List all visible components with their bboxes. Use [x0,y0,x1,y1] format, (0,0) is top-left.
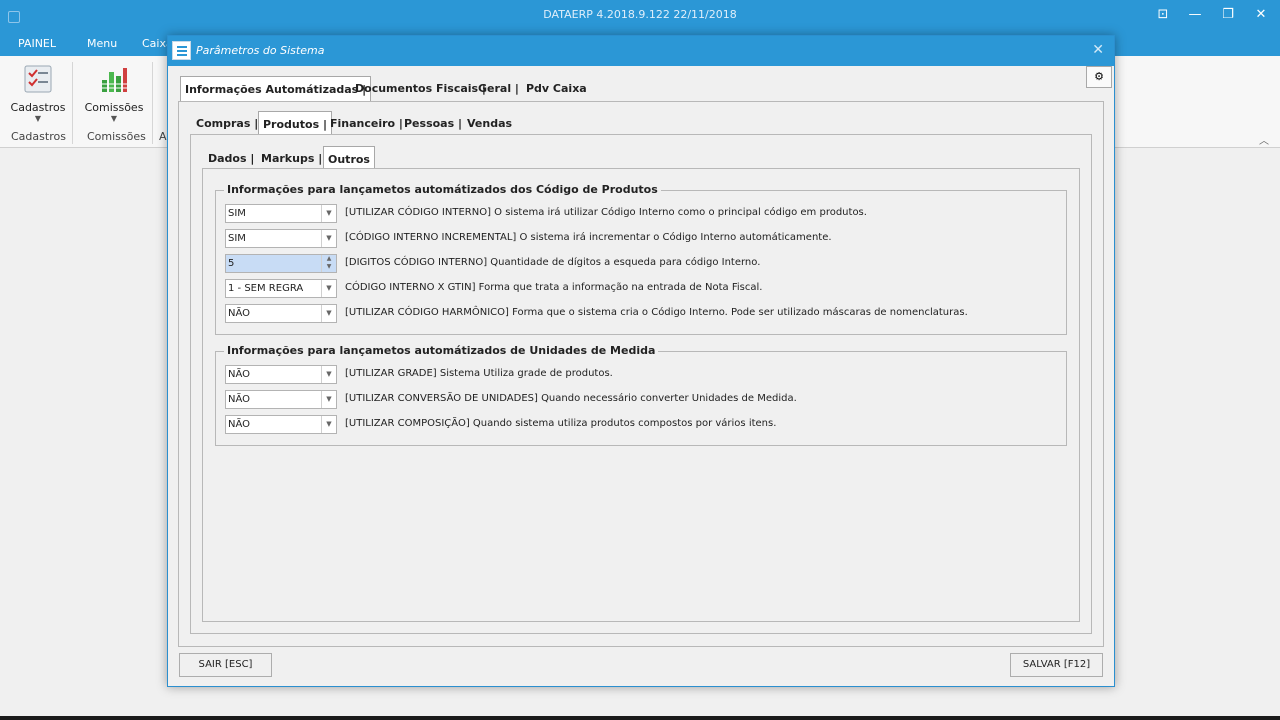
option-description: [DIGITOS CÓDIGO INTERNO] Quantidade de d… [345,257,761,268]
select-value: 1 - SEM REGRA [228,283,304,294]
digitos-codigo-interno-spinner[interactable]: 5 ▲ ▼ [225,254,337,273]
tab-menu[interactable]: Menu [87,37,117,50]
chevron-down-icon[interactable]: ▼ [321,366,336,383]
tab-dados[interactable]: Dados | [208,152,254,165]
tab-pessoas[interactable]: Pessoas | [404,117,462,130]
hamburger-menu-icon[interactable] [172,41,191,60]
spinner-value: 5 [228,258,235,269]
maximize-icon[interactable]: ❐ [1217,5,1239,25]
option-description: [UTILIZAR CÓDIGO HARMÔNICO] Forma que o … [345,307,968,318]
select-value: SIM [228,208,246,219]
chevron-down-icon[interactable]: ▼ [321,416,336,433]
tab-produtos[interactable]: Produtos | [258,111,332,135]
comissoes-button-label: Comissões [84,101,144,114]
chevron-down-icon[interactable]: ▼ [321,230,336,247]
settings-export-icon[interactable]: ⚙ [1086,66,1112,88]
cadastros-button-label: Cadastros [10,101,66,114]
codigo-interno-incremental-select[interactable]: SIM ▼ [225,229,337,248]
option-description: [CÓDIGO INTERNO INCREMENTAL] O sistema i… [345,232,832,243]
tab-pdv-caixa[interactable]: Pdv Caixa [526,82,587,95]
dialog-title: Parâmetros do Sistema [196,44,325,57]
select-value: NÃO [228,308,251,319]
select-value: NÃO [228,369,251,380]
conversao-unidades-select[interactable]: NÃO ▼ [225,390,337,409]
option-description: [UTILIZAR GRADE] Sistema Utiliza grade d… [345,368,613,379]
group-unidades-medida-title: Informações para lançametos automátizado… [224,344,659,357]
select-value: NÃO [228,419,251,430]
group-codigo-produtos: Informações para lançametos automátizado… [215,183,1067,335]
save-button[interactable]: SALVAR [F12] [1010,653,1103,677]
tab-markups[interactable]: Markups | [261,152,322,165]
chevron-down-icon[interactable]: ▼ [321,205,336,222]
tab-painel[interactable]: PAINEL [18,37,56,50]
option-row: 1 - SEM REGRA ▼ CÓDIGO INTERNO X GTIN] F… [225,279,1065,298]
option-row: 5 ▲ ▼ [DIGITOS CÓDIGO INTERNO] Quantidade… [225,254,1065,273]
utilizar-composicao-select[interactable]: NÃO ▼ [225,415,337,434]
chevron-down-icon[interactable]: ▼ [321,391,336,408]
collapse-ribbon-icon[interactable]: ︿ [1259,132,1269,147]
dialog-titlebar: Parâmetros do Sistema ✕ [168,36,1114,66]
tab-vendas[interactable]: Vendas [467,117,512,130]
utilizar-codigo-harmonico-select[interactable]: NÃO ▼ [225,304,337,323]
tab-documentos-fiscais[interactable]: Documentos Fiscais | [355,82,486,95]
option-row: SIM ▼ [CÓDIGO INTERNO INCREMENTAL] O sis… [225,229,1065,248]
utilizar-grade-select[interactable]: NÃO ▼ [225,365,337,384]
taskbar-edge [0,716,1280,720]
checklist-icon [24,65,52,93]
minimize-icon[interactable]: — [1184,5,1206,25]
tab-compras[interactable]: Compras | [196,117,258,130]
spinner-arrows-icon[interactable]: ▲ ▼ [321,255,336,272]
option-row: NÃO ▼ [UTILIZAR COMPOSIÇÃO] Quando siste… [225,415,1065,434]
close-icon[interactable]: ✕ [1250,5,1272,25]
restore-ribbon-icon[interactable]: ⊡ [1152,5,1174,25]
main-titlebar: DATAERP 4.2018.9.122 22/11/2018 ⊡ — ❐ ✕ [0,0,1280,32]
option-row: SIM ▼ [UTILIZAR CÓDIGO INTERNO] O sistem… [225,204,1065,223]
option-row: NÃO ▼ [UTILIZAR GRADE] Sistema Utiliza g… [225,365,1065,384]
tab-geral[interactable]: Geral | [478,82,519,95]
cadastros-button[interactable]: Cadastros ▼ [10,64,66,123]
tab-financeiro[interactable]: Financeiro | [330,117,403,130]
utilizar-codigo-interno-select[interactable]: SIM ▼ [225,204,337,223]
group-label-cadastros: Cadastros [11,130,66,143]
ribbon-separator [72,62,73,144]
group-label-comissoes: Comissões [87,130,146,143]
app-title: DATAERP 4.2018.9.122 22/11/2018 [543,8,737,21]
codigo-interno-gtin-select[interactable]: 1 - SEM REGRA ▼ [225,279,337,298]
select-value: SIM [228,233,246,244]
chevron-down-icon[interactable]: ▼ [321,305,336,322]
group-codigo-produtos-title: Informações para lançametos automátizado… [224,183,661,196]
select-value: NÃO [228,394,251,405]
exit-button[interactable]: SAIR [ESC] [179,653,272,677]
tab-outros[interactable]: Outros [323,146,375,170]
tab-informacoes-automatizadas[interactable]: Informações Automátizadas | [180,76,372,102]
chevron-down-icon: ▼ [110,114,118,123]
group-unidades-medida: Informações para lançametos automátizado… [215,344,1067,446]
option-description: [UTILIZAR CONVERSÃO DE UNIDADES] Quando … [345,393,797,404]
ribbon-separator [152,62,153,144]
option-row: NÃO ▼ [UTILIZAR CÓDIGO HARMÔNICO] Forma … [225,304,1065,323]
option-description: CÓDIGO INTERNO X GTIN] Forma que trata a… [345,282,763,293]
bar-chart-icon [102,68,127,92]
comissoes-button[interactable]: Comissões ▼ [84,64,144,123]
chevron-down-icon: ▼ [34,114,42,123]
parametros-dialog: Parâmetros do Sistema ✕ ⚙ Informações Au… [167,35,1115,687]
dialog-close-icon[interactable]: ✕ [1092,42,1104,58]
chevron-down-icon[interactable]: ▼ [321,280,336,297]
option-description: [UTILIZAR CÓDIGO INTERNO] O sistema irá … [345,207,867,218]
option-description: [UTILIZAR COMPOSIÇÃO] Quando sistema uti… [345,418,777,429]
group-label-a: A [159,130,167,143]
option-row: NÃO ▼ [UTILIZAR CONVERSÃO DE UNIDADES] Q… [225,390,1065,409]
